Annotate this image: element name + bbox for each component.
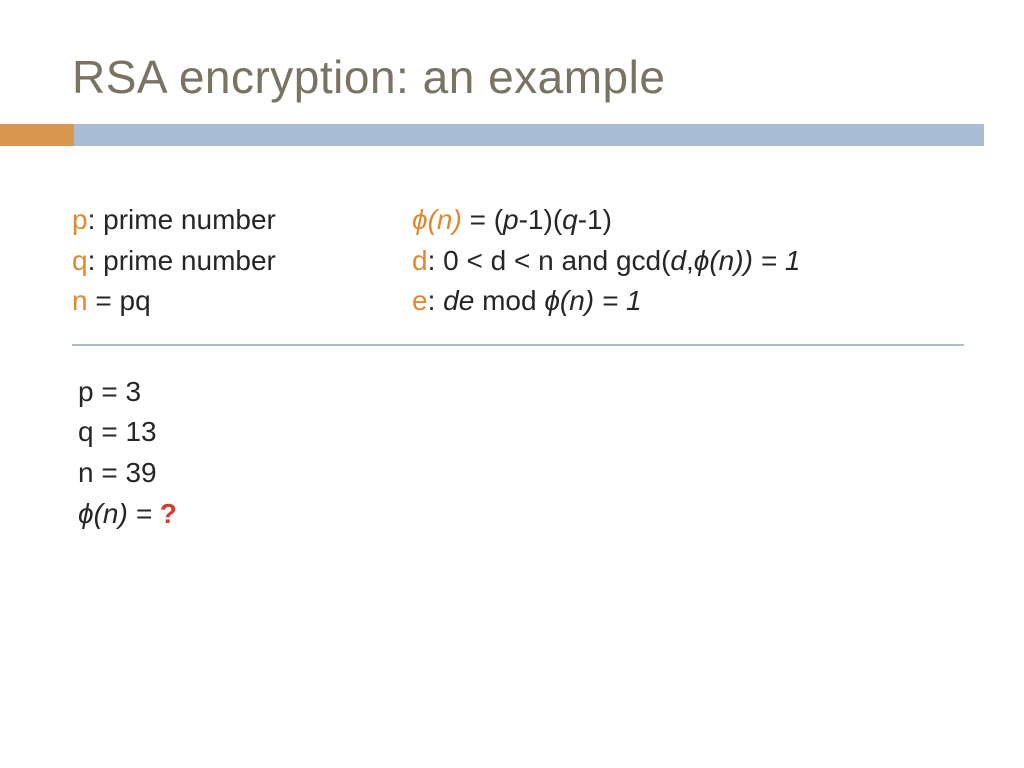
ex-phi-lhs: ϕ(n) = xyxy=(78,498,160,529)
e-phi: ϕ(n) xyxy=(544,285,594,316)
def-p: p: prime number xyxy=(72,200,372,241)
slide-body: p: prime number q: prime number n = pq ϕ… xyxy=(72,200,964,534)
def-q: q: prime number xyxy=(72,241,372,282)
e-mod: mod xyxy=(474,285,544,316)
def-e: e: de mod ϕ(n) = 1 xyxy=(412,281,964,322)
slide-title: RSA encryption: an example xyxy=(72,50,665,104)
sym-q: q xyxy=(72,245,88,276)
accent-bar-blue xyxy=(74,124,984,146)
definitions: p: prime number q: prime number n = pq ϕ… xyxy=(72,200,964,322)
text-p: prime number xyxy=(103,204,276,235)
definitions-right: ϕ(n) = (p-1)(q-1) d: 0 < d < n and gcd(d… xyxy=(412,200,964,322)
d-comma: , xyxy=(686,245,694,276)
phi-p: p xyxy=(503,204,519,235)
def-phi: ϕ(n) = (p-1)(q-1) xyxy=(412,200,964,241)
phi-q: q xyxy=(562,204,578,235)
worked-example: p = 3 q = 13 n = 39 ϕ(n) = ? xyxy=(72,372,964,534)
d-text2: ) = 1 xyxy=(744,245,801,276)
e-de: de xyxy=(443,285,474,316)
d-phi: ϕ(n) xyxy=(694,245,744,276)
ex-n: n = 39 xyxy=(78,453,964,494)
def-d: d: 0 < d < n and gcd(d,ϕ(n)) = 1 xyxy=(412,241,964,282)
phi-mid2: -1) xyxy=(578,204,612,235)
phi-mid1: -1)( xyxy=(519,204,563,235)
text-n: pq xyxy=(120,285,151,316)
slide: RSA encryption: an example p: prime numb… xyxy=(0,0,1024,768)
sym-phi: ϕ(n) xyxy=(412,204,462,235)
text-q: prime number xyxy=(103,245,276,276)
ex-phi: ϕ(n) = ? xyxy=(78,494,964,535)
sep-p: : xyxy=(88,204,104,235)
sep-n: = xyxy=(88,285,120,316)
sym-d: d xyxy=(412,245,428,276)
sep-d: : xyxy=(428,245,444,276)
accent-bar-orange xyxy=(0,124,74,146)
sym-p: p xyxy=(72,204,88,235)
definitions-left: p: prime number q: prime number n = pq xyxy=(72,200,372,322)
e-eq: = 1 xyxy=(594,285,641,316)
ex-p: p = 3 xyxy=(78,372,964,413)
ex-phi-q: ? xyxy=(160,498,177,529)
sym-e: e xyxy=(412,285,428,316)
divider xyxy=(72,344,964,346)
d-dv: d xyxy=(670,245,686,276)
ex-q: q = 13 xyxy=(78,412,964,453)
sep-q: : xyxy=(88,245,104,276)
d-text1: 0 < d < n and gcd( xyxy=(443,245,670,276)
sep-e: : xyxy=(428,285,444,316)
sym-n: n xyxy=(72,285,88,316)
def-n: n = pq xyxy=(72,281,372,322)
phi-eq: = ( xyxy=(462,204,503,235)
